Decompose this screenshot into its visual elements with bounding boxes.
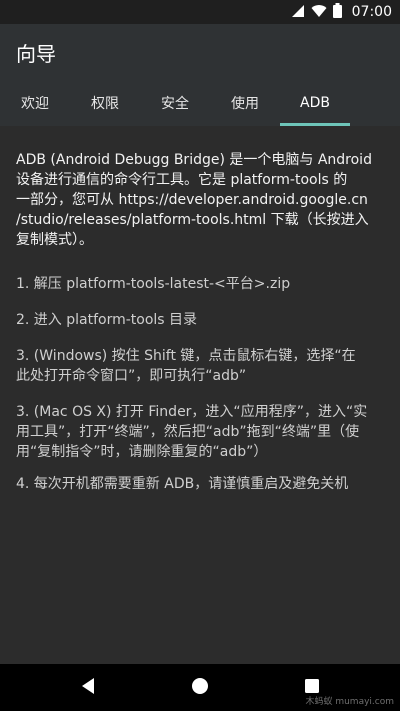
tab-label: 欢迎 — [21, 96, 49, 112]
signal-icon — [291, 3, 305, 22]
watermark: 木蚂蚁 mumayi.com — [305, 697, 394, 707]
status-icons: 07:00 — [291, 0, 392, 24]
back-icon — [80, 677, 96, 699]
tab-bar: 欢迎 权限 安全 使用 ADB — [0, 80, 400, 126]
status-time: 07:00 — [351, 4, 392, 20]
content-area: ADB (Android Debugg Bridge) 是一个电脑与 Andro… — [0, 126, 400, 664]
tab-label: 权限 — [91, 96, 119, 112]
tab-label: 使用 — [231, 96, 259, 112]
tab-welcome[interactable]: 欢迎 — [0, 80, 70, 126]
step-reboot-warning: 4. 每次开机都需要重新 ADB，请谨慎重启及避免关机 — [16, 476, 349, 492]
page-title: 向导 — [16, 42, 56, 66]
step-windows: 3. (Windows) 按住 Shift 键，点击鼠标右键，选择“在 此处打开… — [16, 348, 356, 384]
tab-permissions[interactable]: 权限 — [70, 80, 140, 126]
tab-label: ADB — [300, 95, 330, 111]
step-macos: 3. (Mac OS X) 打开 Finder，进入“应用程序”，进入“实 用工… — [16, 404, 368, 460]
step-unzip: 1. 解压 platform-tools-latest-<平台>.zip — [16, 276, 291, 292]
step-enter-directory: 2. 进入 platform-tools 目录 — [16, 312, 198, 328]
adb-intro-text[interactable]: ADB (Android Debugg Bridge) 是一个电脑与 Andro… — [16, 150, 386, 250]
tab-label: 安全 — [161, 96, 189, 112]
wifi-icon — [311, 3, 327, 22]
tab-security[interactable]: 安全 — [140, 80, 210, 126]
home-button[interactable] — [176, 664, 224, 711]
home-icon — [191, 677, 209, 699]
tab-adb[interactable]: ADB — [280, 80, 350, 126]
navigation-bar: 木蚂蚁 mumayi.com — [0, 664, 400, 711]
status-bar: 07:00 — [0, 0, 400, 24]
back-button[interactable] — [64, 664, 112, 711]
tab-usage[interactable]: 使用 — [210, 80, 280, 126]
screen: 07:00 向导 欢迎 权限 安全 使用 ADB ADB (Android De… — [0, 0, 400, 711]
app-bar: 向导 欢迎 权限 安全 使用 ADB — [0, 24, 400, 126]
battery-icon — [332, 2, 342, 22]
